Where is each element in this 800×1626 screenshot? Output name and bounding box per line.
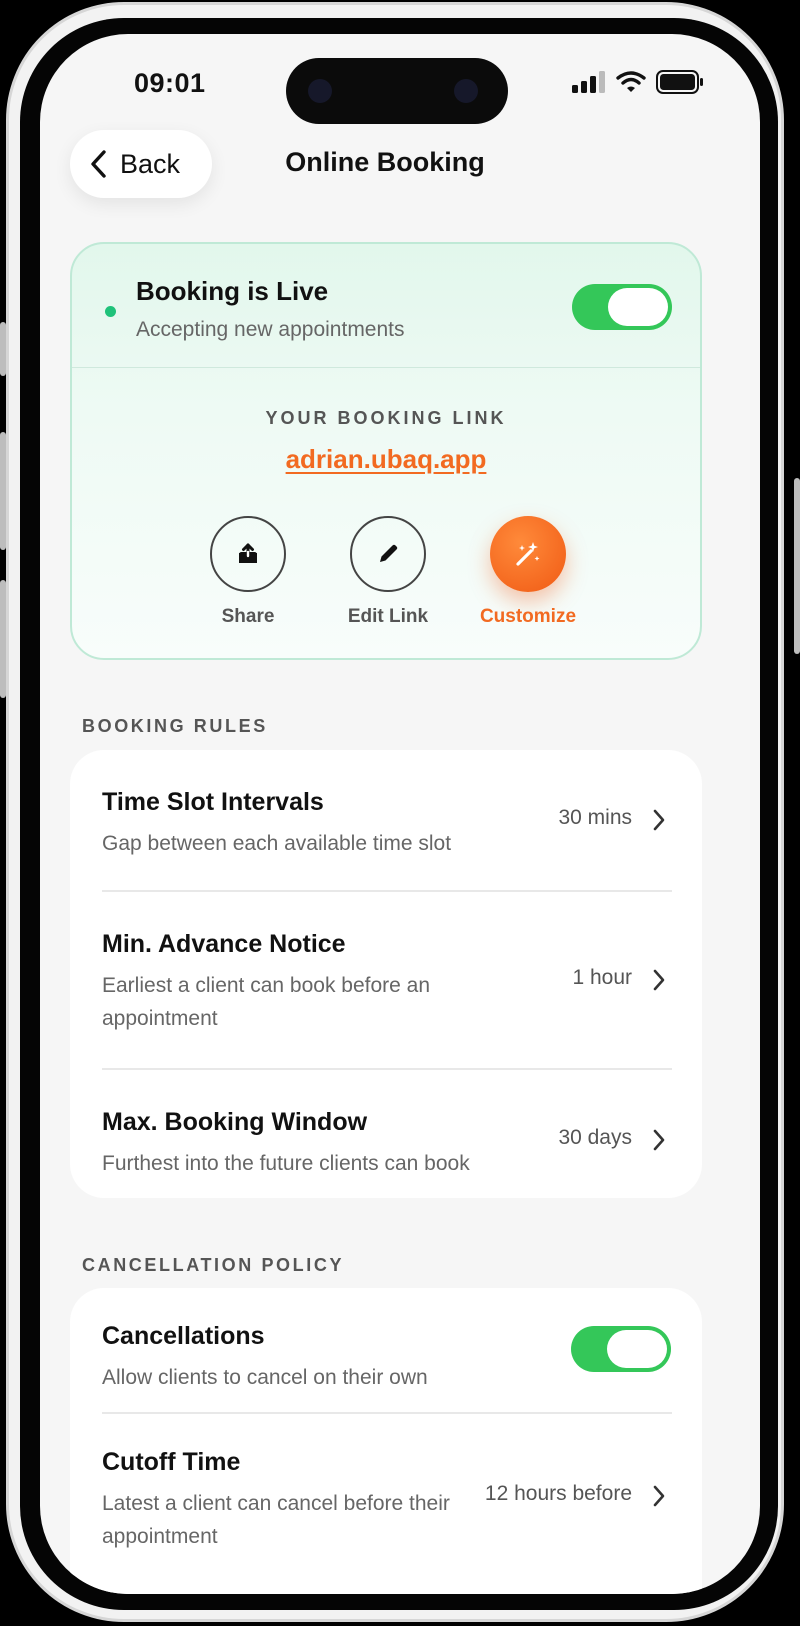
status-icons <box>572 70 704 94</box>
battery-icon <box>656 70 703 94</box>
phone-power-button <box>794 478 800 654</box>
booking-status-title: Booking is Live <box>136 276 329 306</box>
cutoff-title: Cutoff Time <box>102 1448 241 1476</box>
share-icon <box>239 543 257 563</box>
chevron-right-icon <box>653 969 665 991</box>
status-time: 09:01 <box>134 68 206 98</box>
booking-rules-heading: BOOKING RULES <box>82 716 268 736</box>
chevron-right-icon <box>653 1129 665 1151</box>
share-label: Share <box>221 606 275 627</box>
booking-live-toggle[interactable] <box>572 284 672 330</box>
cancellation-policy-heading: CANCELLATION POLICY <box>82 1255 345 1275</box>
rule-row-min-advance-notice[interactable]: Min. Advance Notice Earliest a client ca… <box>102 930 672 1070</box>
rule-description: Earliest a client can book before an app… <box>102 974 431 1030</box>
edit-link-circle <box>350 516 426 592</box>
chevron-right-icon <box>653 1485 665 1507</box>
booking-live-card: Booking is Live Accepting new appointmen… <box>70 242 702 660</box>
customize-label: Customize <box>479 606 577 627</box>
cancellation-policy-card: Cancellations Allow clients to cancel on… <box>70 1288 702 1594</box>
live-status-dot <box>105 306 116 317</box>
booking-status-subtitle: Accepting new appointments <box>136 318 405 341</box>
rule-value: 1 hour <box>572 966 632 989</box>
row-divider <box>102 1412 672 1414</box>
rule-description: Gap between each available time slot <box>102 832 452 855</box>
cutoff-time-row[interactable]: Cutoff Time Latest a client can cancel b… <box>102 1448 672 1594</box>
phone-volume-down-button <box>0 580 6 698</box>
booking-rules-card: Time Slot Intervals Gap between each ava… <box>70 750 702 1198</box>
chevron-right-icon <box>653 809 665 831</box>
customize-circle <box>490 516 566 592</box>
booking-link-label: YOUR BOOKING LINK <box>265 408 507 428</box>
share-circle <box>210 516 286 592</box>
rule-row-max-booking-window[interactable]: Max. Booking Window Furthest into the fu… <box>102 1108 672 1198</box>
rule-value: 30 mins <box>558 806 632 829</box>
edit-link-label: Edit Link <box>347 606 429 627</box>
rule-description: Furthest into the future clients can boo… <box>102 1152 470 1175</box>
camera-icon <box>308 79 332 103</box>
wifi-icon <box>616 71 646 92</box>
booking-status-row: Booking is Live Accepting new appointmen… <box>72 244 700 368</box>
toggle-knob <box>608 288 668 326</box>
rule-value: 30 days <box>558 1126 632 1149</box>
cancellations-toggle[interactable] <box>571 1326 671 1372</box>
pencil-icon <box>380 544 398 562</box>
share-button[interactable]: Share <box>188 516 308 628</box>
dynamic-island <box>286 58 508 124</box>
rule-row-time-slot-intervals[interactable]: Time Slot Intervals Gap between each ava… <box>102 788 672 888</box>
page-title: Online Booking <box>285 147 485 177</box>
booking-link[interactable]: adrian.ubaq.app <box>72 444 700 475</box>
magic-wand-icon <box>516 542 540 566</box>
cutoff-description: Latest a client can cancel before their … <box>102 1492 450 1548</box>
toggle-knob <box>607 1330 667 1368</box>
row-divider <box>102 890 672 892</box>
rule-title: Min. Advance Notice <box>102 930 346 958</box>
screen: 09:01 Back Online Booking Booking is Liv… <box>40 34 760 1594</box>
row-divider <box>102 1068 672 1070</box>
sensor-icon <box>454 79 478 103</box>
signal-icon <box>572 71 605 93</box>
phone-action-button <box>0 322 6 376</box>
edit-link-button[interactable]: Edit Link <box>328 516 448 628</box>
customize-button[interactable]: Customize <box>468 516 588 628</box>
cutoff-value: 12 hours before <box>484 1482 632 1505</box>
phone-volume-up-button <box>0 432 6 550</box>
